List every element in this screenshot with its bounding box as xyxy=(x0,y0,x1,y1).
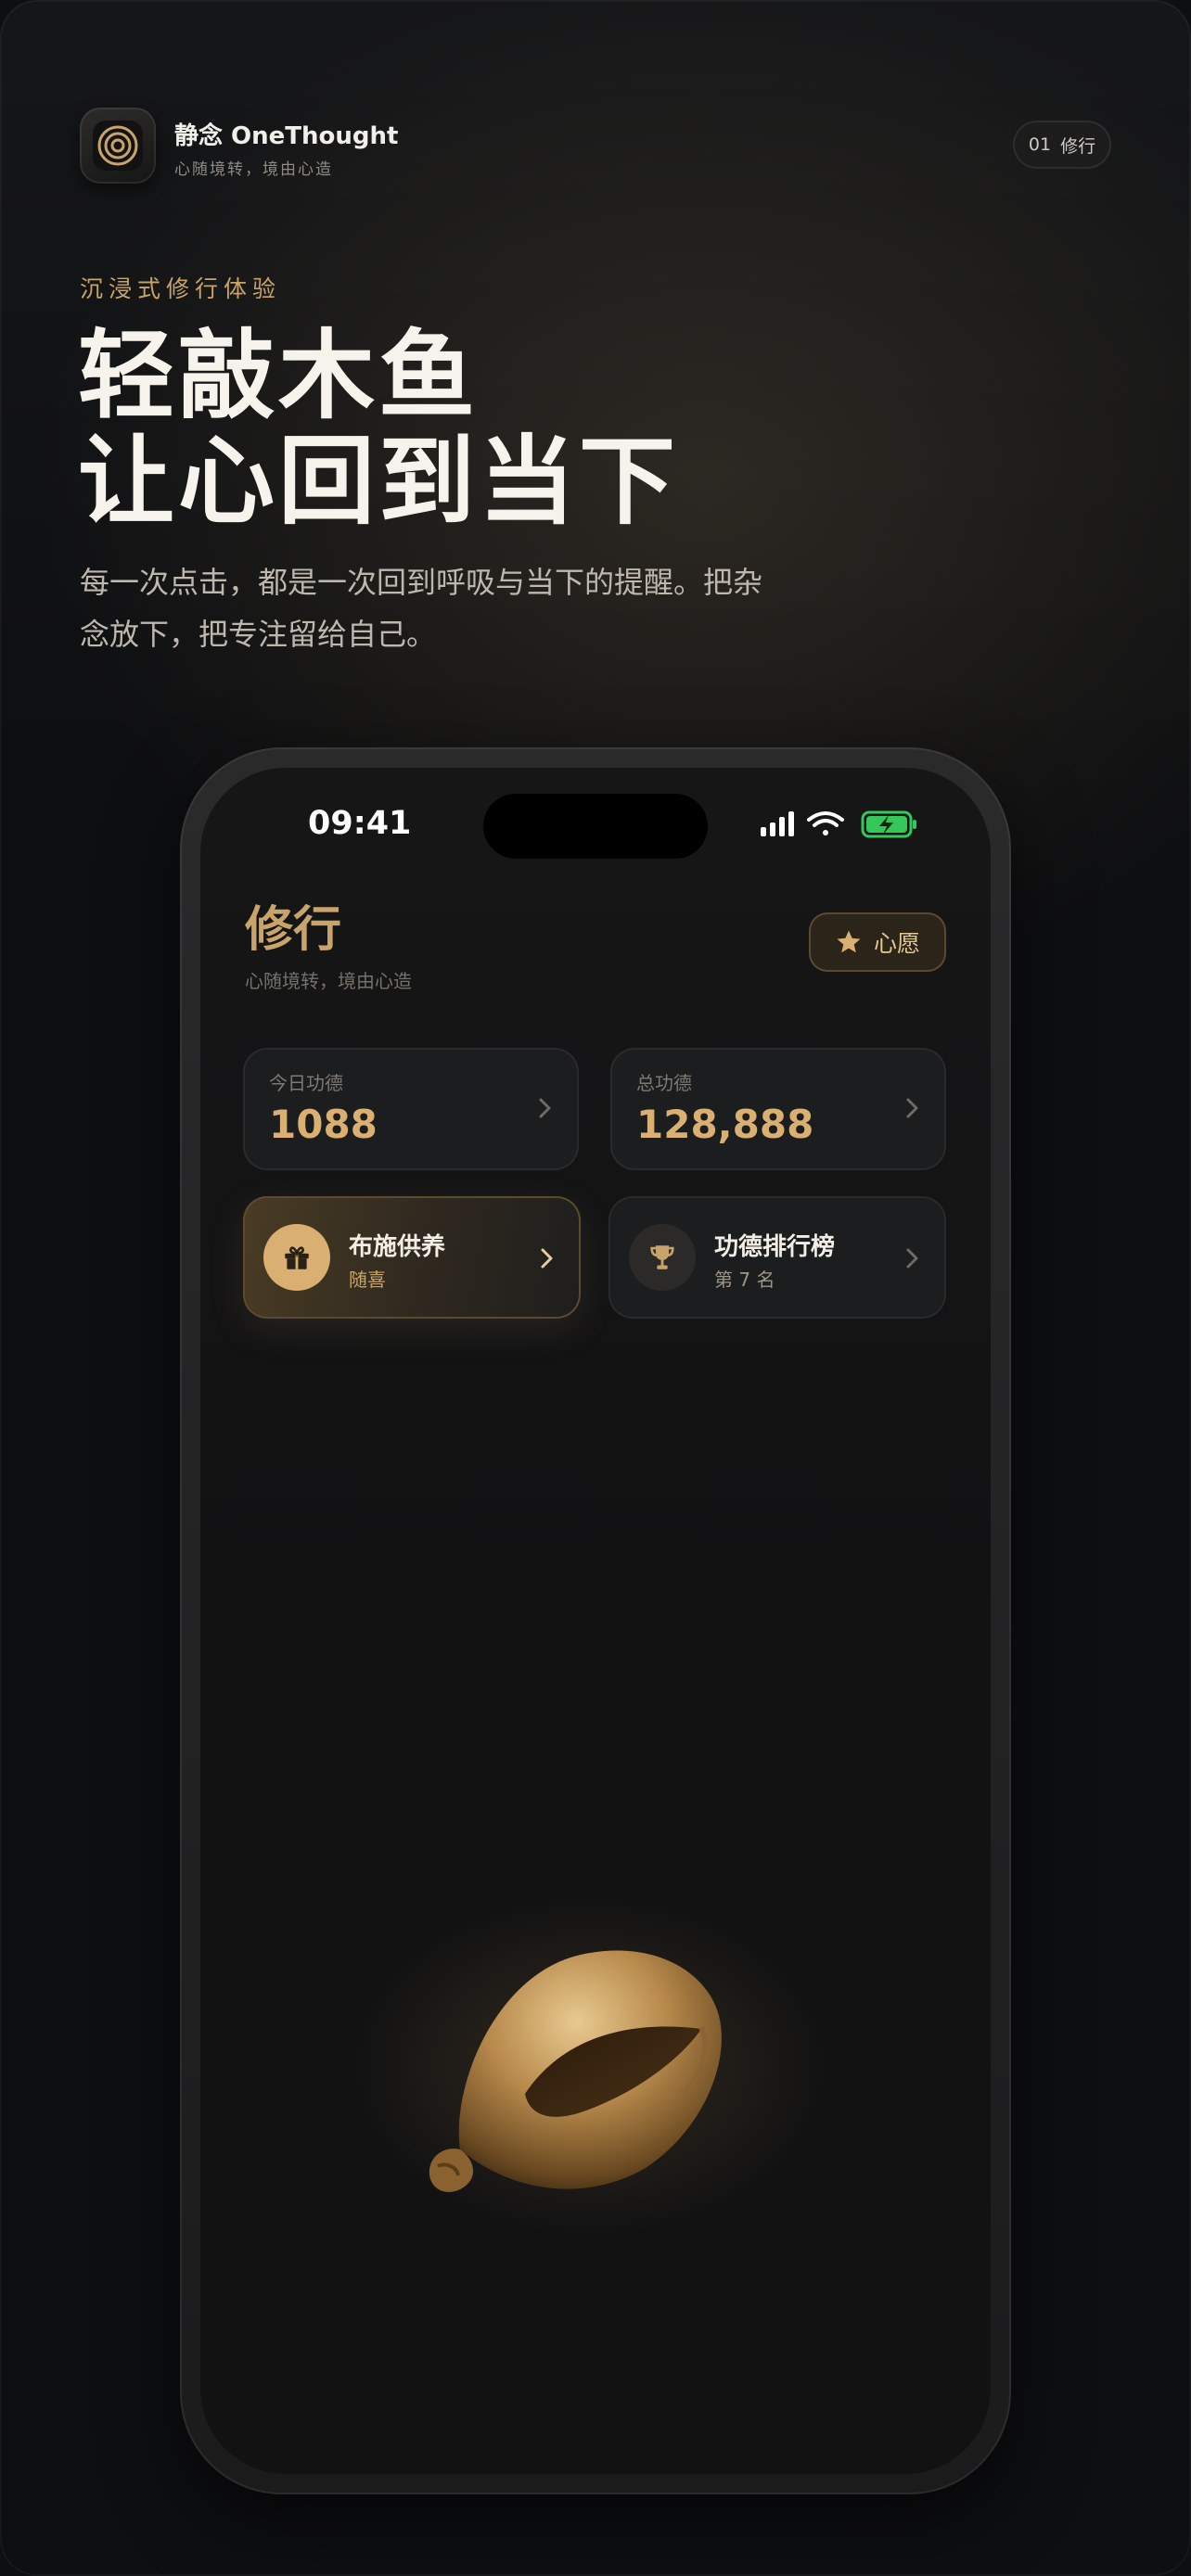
wifi-icon xyxy=(807,811,844,835)
page-indicator-chip: 01 修行 xyxy=(1013,121,1111,169)
wish-button-label: 心愿 xyxy=(873,930,920,957)
chevron-right-icon xyxy=(539,1098,551,1118)
app-logo-icon xyxy=(80,108,156,184)
chevron-right-icon xyxy=(906,1098,918,1118)
hero-description: 每一次点击，都是一次回到呼吸与当下的提醒。把杂念放下，把专注留给自己。 xyxy=(80,565,763,652)
screen-title: 修行 xyxy=(245,902,342,958)
status-time: 09:41 xyxy=(308,805,412,842)
chevron-right-icon xyxy=(541,1248,553,1269)
hero-title-line-1: 轻敲木鱼 xyxy=(78,318,480,432)
wish-button[interactable]: 心愿 xyxy=(809,912,946,972)
chevron-right-icon xyxy=(906,1248,918,1269)
donation-card[interactable]: 布施供养 随喜 xyxy=(243,1196,581,1319)
dynamic-island xyxy=(483,794,708,859)
wooden-fish[interactable] xyxy=(404,1918,794,2214)
leaderboard-card[interactable]: 功德排行榜 第 7 名 xyxy=(608,1196,946,1319)
screen-subtitle: 心随境转，境由心造 xyxy=(245,970,412,992)
signal-icon xyxy=(761,811,794,836)
action-subtitle: 随喜 xyxy=(349,1269,386,1291)
stat-value: 128,888 xyxy=(636,1102,814,1147)
today-merit-card[interactable]: 今日功德 1088 xyxy=(243,1048,579,1170)
action-title: 功德排行榜 xyxy=(714,1233,836,1261)
trophy-icon xyxy=(629,1224,696,1291)
gift-icon xyxy=(263,1224,330,1291)
hero-title-line-2: 让心回到当下 xyxy=(78,424,680,538)
status-icons xyxy=(761,809,928,844)
hero-eyebrow: 沉浸式修行体验 xyxy=(80,275,282,302)
action-title: 布施供养 xyxy=(349,1233,446,1261)
brand-tagline: 心随境转，境由心造 xyxy=(174,160,333,179)
action-subtitle: 第 7 名 xyxy=(714,1269,775,1291)
stat-value: 1088 xyxy=(269,1102,378,1147)
battery-icon xyxy=(861,810,916,838)
star-icon xyxy=(837,930,861,953)
total-merit-card[interactable]: 总功德 128,888 xyxy=(610,1048,946,1170)
brand-name: 静念 OneThought xyxy=(174,122,399,150)
page-number: 01 xyxy=(1028,134,1052,155)
phone-screen: 09:41 修行 心随境转，境由心造 心愿 今日功德 1088 总功德 128,… xyxy=(200,768,991,2474)
stat-label: 总功德 xyxy=(636,1072,692,1094)
stat-label: 今日功德 xyxy=(269,1072,343,1094)
page-label: 修行 xyxy=(1060,135,1096,157)
hero-title: 轻敲木鱼 让心回到当下 xyxy=(78,323,679,534)
